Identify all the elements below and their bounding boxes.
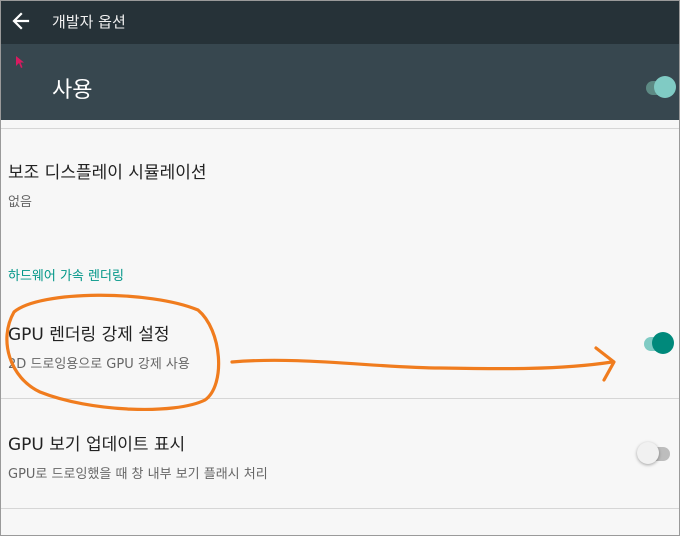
switch-thumb: [654, 76, 676, 98]
pref-summary: 없음: [8, 195, 32, 210]
arrow-left-icon: [12, 12, 30, 30]
page-title: 개발자 옵션: [52, 13, 126, 31]
annotation-arrow: [230, 358, 614, 371]
force-gpu-toggle[interactable]: [642, 330, 674, 358]
master-switch-label: 사용: [52, 78, 93, 103]
annotation-arrowhead: [594, 346, 616, 382]
category-header: 하드웨어 가속 렌더링: [8, 269, 124, 284]
back-button[interactable]: [6, 6, 36, 36]
pref-force-gpu-rendering[interactable]: GPU 렌더링 강제 설정 2D 드로잉용으로 GPU 강제 사용: [8, 320, 190, 372]
pref-summary: GPU로 드로잉했을 때 창 내부 보기 플래시 처리: [8, 467, 268, 482]
pref-simulate-secondary-displays[interactable]: 보조 디스플레이 시뮬레이션 없음: [8, 158, 207, 210]
app-bar: 개발자 옵션: [0, 0, 680, 44]
divider: [0, 128, 680, 129]
divider: [0, 508, 680, 509]
switch-thumb: [652, 332, 674, 354]
master-switch-bar[interactable]: 사용: [0, 44, 680, 120]
gpu-view-updates-toggle[interactable]: [636, 440, 670, 468]
pref-show-gpu-view-updates[interactable]: GPU 보기 업데이트 표시 GPU로 드로잉했을 때 창 내부 보기 플래시 …: [8, 430, 268, 482]
mouse-pointer-icon: [16, 56, 24, 68]
pref-title: GPU 보기 업데이트 표시: [8, 435, 186, 455]
switch-thumb: [637, 442, 659, 464]
pref-title: GPU 렌더링 강제 설정: [8, 325, 170, 345]
pref-summary: 2D 드로잉용으로 GPU 강제 사용: [8, 357, 190, 372]
divider: [0, 398, 680, 399]
pref-title: 보조 디스플레이 시뮬레이션: [8, 163, 207, 183]
master-switch-toggle[interactable]: [644, 74, 676, 102]
